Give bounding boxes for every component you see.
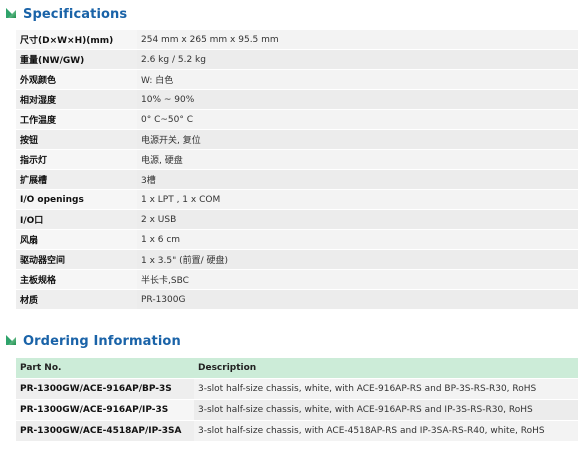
section-bullet-icon (6, 8, 18, 20)
spec-value: 254 mm x 265 mm x 95.5 mm (137, 30, 578, 49)
specifications-heading: Specifications (0, 3, 127, 25)
spec-label: 材质 (16, 290, 137, 309)
spec-row: I/O openings 1 x LPT , 1 x COM (16, 190, 578, 209)
spec-label: 风扇 (16, 230, 137, 249)
spec-row: 驱动器空间 1 x 3.5" (前置/ 硬盘) (16, 250, 578, 269)
spec-row: 重量(NW/GW) 2.6 kg / 5.2 kg (16, 50, 578, 69)
spec-label: 尺寸(D×W×H)(mm) (16, 30, 137, 49)
spec-label: 指示灯 (16, 150, 137, 169)
ordering-table: Part No. Description PR-1300GW/ACE-916AP… (16, 357, 578, 442)
ordering-row: PR-1300GW/ACE-4518AP/IP-3SA 3-slot half-… (16, 421, 578, 441)
spec-label: 相对湿度 (16, 90, 137, 109)
spec-label: 外观颜色 (16, 70, 137, 89)
part-description: 3-slot half-size chassis, white, with AC… (194, 400, 578, 420)
spec-label: 扩展槽 (16, 170, 137, 189)
spec-label: I/O openings (16, 190, 137, 209)
specifications-title: Specifications (23, 6, 128, 22)
description-header: Description (194, 358, 578, 378)
spec-row: 按钮 电源开关, 复位 (16, 130, 578, 149)
spec-value: 1 x 6 cm (137, 230, 578, 249)
spec-value: 1 x 3.5" (前置/ 硬盘) (137, 250, 578, 269)
ordering-row: PR-1300GW/ACE-916AP/BP-3S 3-slot half-si… (16, 379, 578, 399)
spec-row: 工作温度 0° C~50° C (16, 110, 578, 129)
spec-row: 主板规格 半长卡,SBC (16, 270, 578, 289)
spec-label: 重量(NW/GW) (16, 50, 137, 69)
spec-value: 2.6 kg / 5.2 kg (137, 50, 578, 69)
ordering-heading: Ordering Information (0, 330, 181, 352)
part-description: 3-slot half-size chassis, with ACE-4518A… (194, 421, 578, 441)
spec-value: 0° C~50° C (137, 110, 578, 129)
part-description: 3-slot half-size chassis, white, with AC… (194, 379, 578, 399)
spec-row: 尺寸(D×W×H)(mm) 254 mm x 265 mm x 95.5 mm (16, 30, 578, 49)
section-bullet-icon (6, 335, 18, 347)
part-number: PR-1300GW/ACE-916AP/IP-3S (16, 400, 194, 420)
spec-value: 电源开关, 复位 (137, 130, 578, 149)
specifications-table: 尺寸(D×W×H)(mm) 254 mm x 265 mm x 95.5 mm 重… (16, 29, 578, 310)
spec-value: PR-1300G (137, 290, 578, 309)
spec-value: 3槽 (137, 170, 578, 189)
spec-label: 工作温度 (16, 110, 137, 129)
spec-value: 电源, 硬盘 (137, 150, 578, 169)
spec-row: 外观颜色 W: 白色 (16, 70, 578, 89)
spec-value: 10% ~ 90% (137, 90, 578, 109)
ordering-title: Ordering Information (23, 333, 181, 349)
part-number: PR-1300GW/ACE-4518AP/IP-3SA (16, 421, 194, 441)
spec-row: 扩展槽 3槽 (16, 170, 578, 189)
spec-label: 驱动器空间 (16, 250, 137, 269)
part-number: PR-1300GW/ACE-916AP/BP-3S (16, 379, 194, 399)
spec-value: 2 x USB (137, 210, 578, 229)
spec-row: I/O口 2 x USB (16, 210, 578, 229)
spec-label: 按钮 (16, 130, 137, 149)
spec-value: W: 白色 (137, 70, 578, 89)
ordering-row: PR-1300GW/ACE-916AP/IP-3S 3-slot half-si… (16, 400, 578, 420)
spec-row: 风扇 1 x 6 cm (16, 230, 578, 249)
ordering-header-row: Part No. Description (16, 358, 578, 378)
spec-row: 相对湿度 10% ~ 90% (16, 90, 578, 109)
part-no-header: Part No. (16, 358, 194, 378)
spec-value: 1 x LPT , 1 x COM (137, 190, 578, 209)
spec-label: I/O口 (16, 210, 137, 229)
spec-label: 主板规格 (16, 270, 137, 289)
spec-row: 材质 PR-1300G (16, 290, 578, 309)
spec-row: 指示灯 电源, 硬盘 (16, 150, 578, 169)
spec-value: 半长卡,SBC (137, 270, 578, 289)
